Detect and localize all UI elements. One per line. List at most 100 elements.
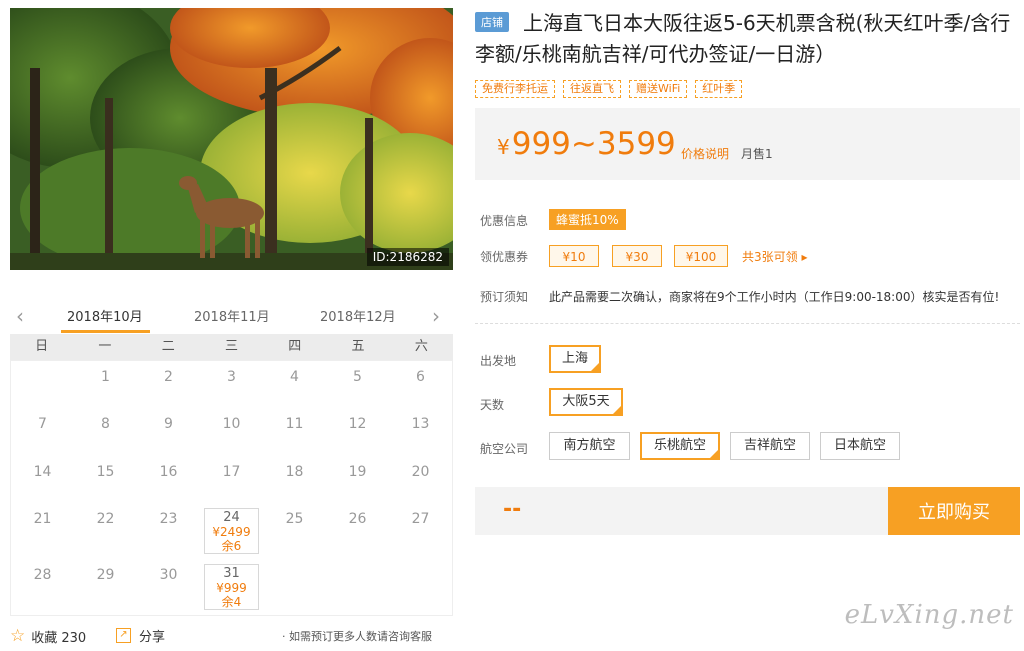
- calendar-day: 12: [326, 408, 389, 455]
- calendar-day: 8: [74, 408, 137, 455]
- days-label: 天数: [480, 398, 505, 412]
- product-photo[interactable]: ID:2186282: [10, 8, 453, 270]
- share-icon: ↗: [116, 628, 131, 643]
- day-number: 15: [96, 463, 115, 480]
- day-number: 2: [164, 369, 173, 385]
- coupon-30[interactable]: ¥30: [612, 245, 662, 267]
- forest-deer-image: [10, 8, 453, 270]
- calendar-day: 19: [326, 456, 389, 503]
- day-number: 8: [101, 416, 110, 433]
- calendar-day: 4: [263, 361, 326, 408]
- calendar-day: 17: [200, 456, 263, 503]
- price-range: ¥999~3599: [497, 126, 676, 162]
- promo-label: 优惠信息: [480, 214, 529, 228]
- feature-tag: 往返直飞: [563, 80, 621, 98]
- day-number: 10: [222, 416, 241, 433]
- calendar-month-nav: ‹ 2018年10月 2018年11月 2018年12月 ›: [10, 300, 453, 334]
- calendar-day: 13: [389, 408, 452, 455]
- calendar-day: 21: [11, 503, 74, 559]
- day-number: 6: [416, 369, 425, 385]
- chevron-left-icon[interactable]: ‹: [16, 304, 24, 328]
- store-badge[interactable]: 店铺: [475, 12, 509, 32]
- day-number: 3: [227, 369, 236, 385]
- calendar-day: 11: [263, 408, 326, 455]
- price-explanation-link[interactable]: 价格说明: [681, 145, 729, 162]
- weekday-header-cell: 二: [161, 339, 175, 354]
- calendar-day: 28: [11, 559, 74, 615]
- calendar-day-available[interactable]: 24 ¥2499 余6: [204, 507, 259, 554]
- day-number: 20: [411, 463, 430, 480]
- calendar-day: 6: [389, 361, 452, 408]
- day-price: ¥999: [216, 580, 247, 595]
- product-title: 上海直飞日本大阪往返5-6天机票含税(秋天红叶季/含行李额/乐桃南航吉祥/可代办…: [475, 11, 1011, 66]
- calendar-day: 16: [137, 456, 200, 503]
- calendar-day: 7: [11, 408, 74, 455]
- day-number: 25: [285, 510, 304, 527]
- calendar-day: 10: [200, 408, 263, 455]
- calendar-day: 30: [137, 559, 200, 615]
- calendar-day: 26: [326, 503, 389, 559]
- calendar-day-available[interactable]: 31 ¥999 余4: [204, 563, 259, 610]
- day-number: 24: [223, 509, 240, 525]
- active-month-indicator: [61, 330, 150, 333]
- weekday-header-cell: 五: [351, 339, 365, 354]
- day-stock: 余6: [221, 538, 242, 553]
- coupon-10[interactable]: ¥10: [549, 245, 599, 267]
- calendar-day: [11, 361, 74, 408]
- day-number: 31: [223, 565, 240, 581]
- day-number: 13: [411, 416, 430, 433]
- weekday-header-cell: 四: [288, 339, 302, 354]
- notice-label: 预订须知: [480, 290, 529, 304]
- day-number: 4: [290, 369, 299, 385]
- coupon-100[interactable]: ¥100: [674, 245, 728, 267]
- weekday-header-cell: 一: [98, 339, 112, 354]
- option-days-osaka5[interactable]: 大阪5天: [549, 388, 623, 416]
- price-value: 999~3599: [511, 126, 676, 162]
- section-divider: [475, 323, 1020, 324]
- photo-id-label: ID:2186282: [366, 248, 449, 266]
- promo-badge: 蜂蜜抵10%: [549, 209, 626, 230]
- day-price: ¥2499: [212, 524, 251, 539]
- option-depart-shanghai[interactable]: 上海: [549, 345, 601, 373]
- calendar-day: [326, 559, 389, 615]
- calendar-day: 23: [137, 503, 200, 559]
- buy-now-button[interactable]: 立即购买: [888, 487, 1020, 535]
- weekday-header-cell: 六: [414, 339, 428, 354]
- calendar-grid: 1 2 3 4 5 6 7 8 9 10 11 12 13 14 15 16 17 18 19 20 21 22 23 24 ¥…: [10, 360, 453, 616]
- favorite-button[interactable]: ☆ 收藏 230: [10, 626, 86, 646]
- coupon-label: 领优惠券: [480, 250, 529, 264]
- selected-price: --: [503, 497, 522, 522]
- day-stock: 余4: [221, 594, 242, 609]
- option-airline-jal[interactable]: 日本航空: [820, 432, 900, 460]
- option-airline-china-southern[interactable]: 南方航空: [549, 432, 630, 460]
- share-button[interactable]: ↗ 分享: [116, 626, 165, 645]
- feature-tag: 免费行李托运: [475, 80, 555, 98]
- weekday-header-cell: 三: [224, 339, 238, 354]
- day-number: 9: [164, 416, 173, 433]
- chevron-right-icon[interactable]: ›: [432, 304, 440, 328]
- weekday-header-cell: 日: [35, 339, 49, 354]
- day-number: 26: [348, 510, 367, 527]
- monthly-sales: 月售1: [741, 147, 773, 161]
- coupon-more-link[interactable]: 共3张可领 ▸: [742, 248, 807, 265]
- share-label: 分享: [139, 630, 166, 645]
- option-airline-peach[interactable]: 乐桃航空: [640, 432, 720, 460]
- calendar-day: 18: [263, 456, 326, 503]
- calendar-day: 5: [326, 361, 389, 408]
- star-icon: ☆: [10, 626, 26, 646]
- day-number: 14: [33, 463, 52, 480]
- day-number: 1: [101, 369, 110, 385]
- day-number: 5: [353, 369, 362, 385]
- tab-month-dec[interactable]: 2018年12月: [320, 306, 396, 325]
- calendar-weekday-header: 日一二三四五六: [10, 334, 453, 360]
- day-number: 27: [411, 510, 430, 527]
- depart-label: 出发地: [480, 354, 517, 368]
- day-number: 19: [348, 463, 367, 480]
- feature-tag: 赠送WiFi: [629, 80, 688, 98]
- option-airline-juneyao[interactable]: 吉祥航空: [730, 432, 810, 460]
- tab-month-oct[interactable]: 2018年10月: [67, 306, 143, 325]
- tab-month-nov[interactable]: 2018年11月: [194, 306, 270, 325]
- site-watermark: eLvXing.net: [844, 600, 1014, 630]
- calendar-day: [263, 559, 326, 615]
- airline-label: 航空公司: [480, 442, 529, 456]
